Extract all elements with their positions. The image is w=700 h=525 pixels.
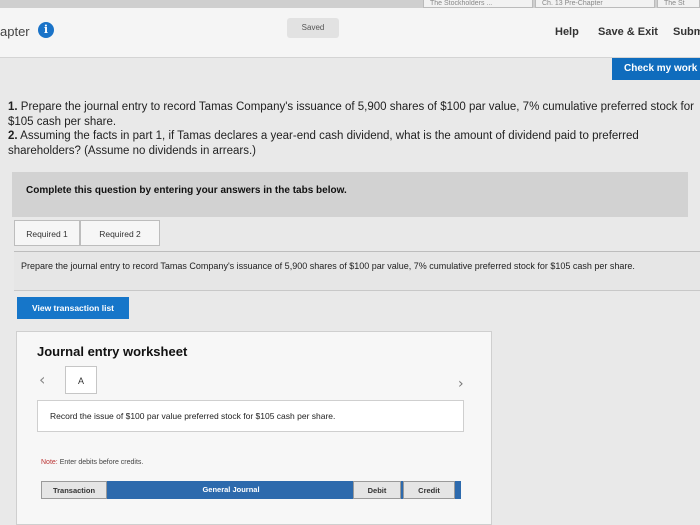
complete-question-prompt: Complete this question by entering your … — [26, 185, 347, 196]
check-my-work-button[interactable]: Check my work — [612, 58, 700, 80]
top-tab-pre-chapter[interactable]: Ch. 13 Pre-Chapter — [535, 0, 655, 8]
saved-status-badge: Saved — [287, 18, 339, 38]
journal-entry-worksheet: Journal entry worksheet ‹ A › Record the… — [16, 331, 492, 525]
journal-table-header: Transaction General Journal Debit Credit — [41, 481, 461, 499]
top-tab-strip: The Stockholders ... Ch. 13 Pre-Chapter … — [0, 0, 700, 8]
header-bar: apter i Saved Help Save & Exit Subm — [0, 8, 700, 58]
complete-question-bar: Complete this question by entering your … — [12, 172, 688, 217]
question-part-2-text: Assuming the facts in part 1, if Tamas d… — [8, 130, 639, 157]
view-transaction-list-button[interactable]: View transaction list — [17, 297, 129, 319]
instruction-text: Prepare the journal entry to record Tama… — [21, 261, 635, 271]
save-exit-link[interactable]: Save & Exit — [598, 26, 658, 38]
tab-required-1[interactable]: Required 1 — [14, 220, 80, 246]
worksheet-title: Journal entry worksheet — [37, 344, 188, 359]
record-instruction-box: Record the issue of $100 par value prefe… — [37, 400, 464, 432]
note-text: Enter debits before credits. — [59, 459, 144, 466]
column-header-credit: Credit — [403, 481, 455, 499]
chevron-right-icon[interactable]: › — [458, 376, 464, 392]
note-heading: Note: — [41, 459, 58, 466]
info-icon[interactable]: i — [38, 22, 54, 38]
question-part-1-number: 1. — [8, 101, 18, 113]
question-text: 1. Prepare the journal entry to record T… — [8, 100, 700, 158]
column-header-transaction: Transaction — [41, 481, 107, 499]
worksheet-page-a[interactable]: A — [65, 366, 97, 394]
help-link[interactable]: Help — [555, 26, 579, 38]
top-tab-stockholders[interactable]: The Stockholders ... — [423, 0, 533, 8]
top-tab-the-st[interactable]: The St — [657, 0, 700, 8]
column-header-general-journal: General Journal — [202, 485, 260, 494]
question-part-2: 2. Assuming the facts in part 1, if Tama… — [8, 129, 700, 158]
question-part-1-text: Prepare the journal entry to record Tama… — [8, 101, 694, 128]
chevron-left-icon[interactable]: ‹ — [39, 370, 45, 389]
required-tabs: Required 1 Required 2 — [14, 220, 698, 248]
question-part-1: 1. Prepare the journal entry to record T… — [8, 100, 700, 129]
instruction-box: Prepare the journal entry to record Tama… — [14, 251, 700, 291]
chapter-label: apter — [0, 24, 30, 39]
record-instruction-text: Record the issue of $100 par value prefe… — [50, 411, 336, 421]
debits-note: Note: Enter debits before credits. — [41, 459, 143, 466]
submit-link[interactable]: Subm — [673, 26, 700, 38]
column-header-debit: Debit — [353, 481, 401, 499]
question-part-2-number: 2. — [8, 130, 18, 142]
tab-required-2[interactable]: Required 2 — [80, 220, 160, 246]
